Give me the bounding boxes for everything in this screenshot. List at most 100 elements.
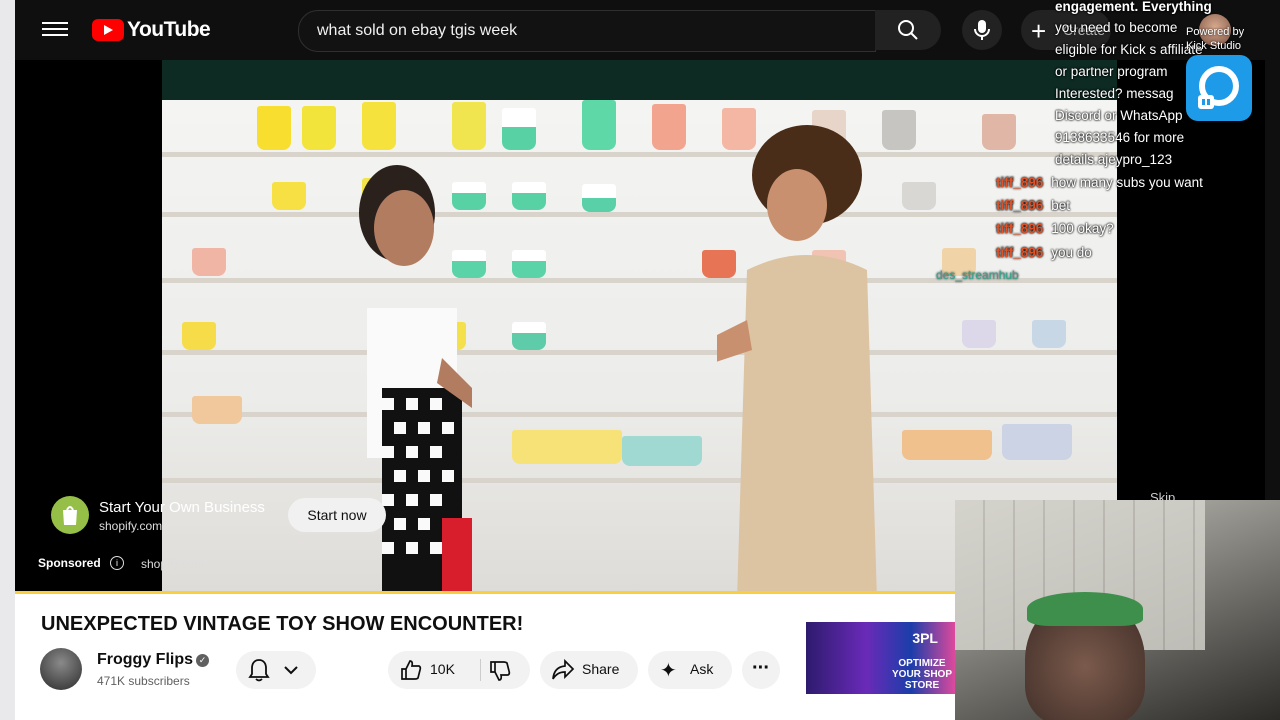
shelf	[162, 478, 1117, 483]
youtube-logo[interactable]: YouTube	[92, 18, 211, 42]
chat-username: tiff_896	[996, 245, 1044, 260]
studio-name: Kick Studio	[1186, 40, 1242, 52]
shelf	[162, 350, 1117, 355]
chat-message: tiff_896 you do	[996, 245, 1092, 260]
powered-by-text: Powered by	[1186, 26, 1245, 38]
search-box[interactable]: what sold on ebay tgis week	[298, 10, 876, 52]
chat-announcement-line: you need to become	[1055, 20, 1178, 35]
sparkle-icon: ✦	[660, 660, 677, 682]
share-label: Share	[582, 661, 620, 677]
like-divider	[480, 659, 481, 681]
stream-tag: des_streamhub	[936, 268, 1019, 282]
person-right	[717, 125, 877, 592]
sponsored-label: Sponsored	[38, 556, 101, 570]
vase	[652, 104, 686, 150]
vase	[362, 102, 396, 150]
info-icon[interactable]: i	[110, 556, 124, 570]
youtube-logo-icon	[92, 19, 124, 41]
kick-studio-icon	[1186, 55, 1252, 121]
mug	[272, 182, 306, 210]
verified-icon: ✓	[196, 654, 209, 667]
related-video-thumbnail[interactable]: 3PL OPTIMIZE YOUR SHOP STORE	[806, 622, 956, 694]
shopify-icon	[51, 496, 89, 534]
plus-icon: +	[1031, 16, 1047, 46]
chat-text: 100 okay?	[1051, 221, 1114, 236]
notifications-button[interactable]	[236, 651, 316, 689]
thumbnail-badge: 3PL	[912, 630, 938, 646]
chat-username: tiff_896	[996, 198, 1044, 213]
bowl	[902, 430, 992, 460]
chat-message: tiff_896 bet	[996, 198, 1070, 213]
vase	[302, 106, 336, 150]
channel-avatar[interactable]	[40, 648, 82, 690]
chat-announcement-line: engagement. Everything	[1055, 0, 1212, 14]
mug	[192, 248, 226, 276]
ask-button[interactable]: ✦ Ask	[648, 651, 732, 689]
more-icon: ···	[752, 657, 770, 679]
shelf	[162, 212, 1117, 217]
video-title: UNEXPECTED VINTAGE TOY SHOW ENCOUNTER!	[41, 613, 524, 635]
logo-text: YouTube	[127, 18, 211, 41]
voice-search-button[interactable]	[962, 10, 1002, 50]
bowl	[512, 430, 622, 464]
chat-announcement-line: eligible for Kick s affiliate	[1055, 42, 1203, 57]
vase	[257, 106, 291, 150]
ask-label: Ask	[690, 661, 714, 677]
bowl	[1002, 424, 1072, 460]
streamer-beanie	[1027, 592, 1143, 626]
channel-name[interactable]: Froggy Flips	[97, 651, 193, 669]
bowl	[192, 396, 242, 424]
ad-domain[interactable]: shopify.com	[99, 519, 162, 533]
bell-icon	[248, 659, 270, 682]
chat-announcement-line: or partner program	[1055, 64, 1168, 79]
chat-announcement-line: 9138633546 for more	[1055, 130, 1185, 145]
menu-icon[interactable]	[42, 18, 68, 42]
search-icon	[898, 20, 918, 40]
mug	[512, 322, 546, 350]
like-dislike-group: 10K	[388, 651, 530, 689]
chevron-down-icon	[284, 666, 298, 675]
video-top-strip	[162, 60, 1117, 100]
subscriber-count: 471K subscribers	[97, 674, 190, 688]
sponsored-domain[interactable]: shopify.com	[141, 557, 204, 571]
chat-text: how many subs you want	[1051, 175, 1203, 190]
mug	[512, 250, 546, 278]
chat-announcement-line: details.ajeypro_123	[1055, 152, 1173, 167]
chat-message: tiff_896 how many subs you want	[996, 175, 1203, 190]
start-now-button[interactable]: Start now	[288, 498, 386, 532]
vase	[882, 110, 916, 150]
chat-message: tiff_896 100 okay?	[996, 221, 1114, 236]
shelf	[162, 152, 1117, 157]
mug	[582, 184, 616, 212]
powered-by-label: Powered by Kick Studio	[1186, 25, 1244, 53]
chat-text: you do	[1051, 245, 1092, 260]
shelf	[162, 412, 1117, 417]
share-button[interactable]: Share	[540, 651, 638, 689]
chat-announcement-line: Interested? messag	[1055, 86, 1174, 101]
mic-icon	[974, 20, 990, 40]
chat-text: bet	[1051, 198, 1071, 213]
like-icon[interactable]	[400, 659, 422, 681]
vase	[982, 114, 1016, 150]
vase	[502, 108, 536, 150]
share-icon	[552, 659, 575, 680]
search-button[interactable]	[875, 10, 941, 50]
thumbnail-caption: OPTIMIZE YOUR SHOP STORE	[892, 658, 953, 691]
search-input[interactable]: what sold on ebay tgis week	[317, 22, 517, 40]
mug	[962, 320, 996, 348]
like-count[interactable]: 10K	[430, 661, 455, 677]
left-edge	[0, 0, 15, 720]
chat-username: tiff_896	[996, 175, 1044, 190]
streamer-webcam	[955, 500, 1280, 720]
vase	[582, 100, 616, 150]
bowl	[622, 436, 702, 466]
ad-title[interactable]: Start Your Own Business	[99, 499, 265, 516]
more-actions-button[interactable]: ···	[742, 651, 780, 689]
mug	[1032, 320, 1066, 348]
dislike-icon[interactable]	[489, 660, 511, 682]
chat-username: tiff_896	[996, 221, 1044, 236]
mug	[182, 322, 216, 350]
mug	[902, 182, 936, 210]
mug	[512, 182, 546, 210]
vase	[452, 102, 486, 150]
